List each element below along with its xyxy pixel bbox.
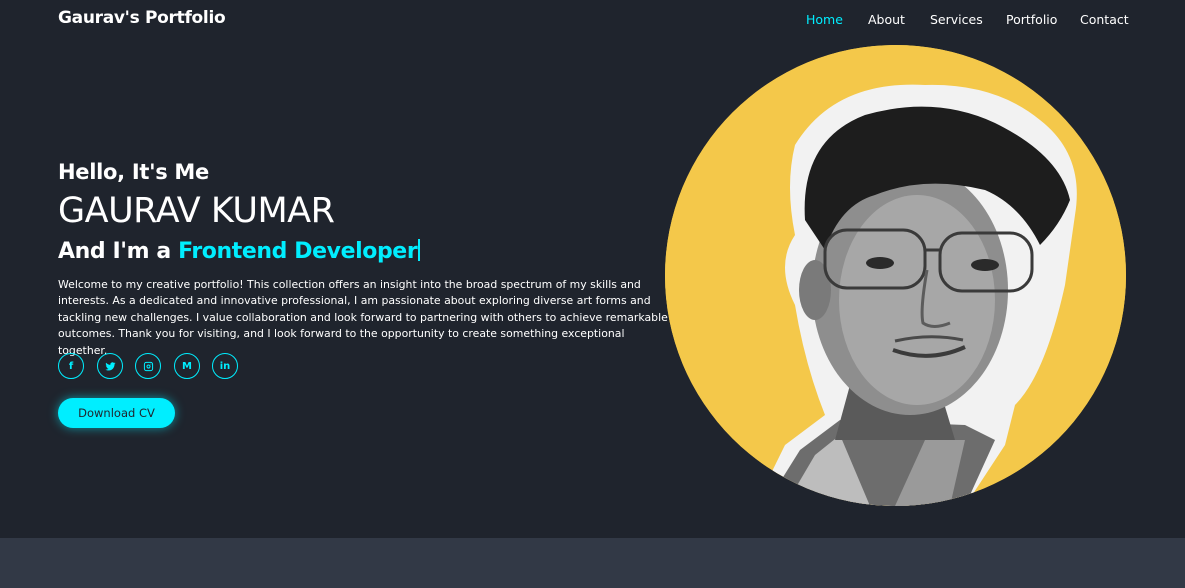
profile-portrait-image bbox=[665, 45, 1126, 506]
medium-icon: M bbox=[182, 360, 192, 372]
linkedin-icon: in bbox=[219, 360, 231, 372]
role-prefix: And I'm a bbox=[58, 239, 179, 264]
twitter-icon bbox=[104, 361, 116, 371]
hero-bio: Welcome to my creative portfolio! This c… bbox=[58, 277, 668, 357]
nav-portfolio[interactable]: Portfolio bbox=[1006, 12, 1057, 27]
linkedin-link[interactable]: in bbox=[212, 353, 238, 379]
nav-home[interactable]: Home bbox=[806, 12, 843, 27]
download-cv-button[interactable]: Download CV bbox=[58, 398, 175, 428]
facebook-link[interactable]: f bbox=[58, 353, 84, 379]
typing-cursor bbox=[418, 239, 421, 261]
nav-about[interactable]: About bbox=[868, 12, 905, 27]
main-nav: Home About Services Portfolio Contact bbox=[0, 12, 1185, 30]
nav-services[interactable]: Services bbox=[930, 12, 983, 27]
hero-greeting: Hello, It's Me bbox=[58, 160, 209, 184]
role-text: Frontend Developer bbox=[178, 239, 418, 264]
hero-name: GAURAV KUMAR bbox=[58, 191, 335, 231]
nav-contact[interactable]: Contact bbox=[1080, 12, 1129, 27]
medium-link[interactable]: M bbox=[174, 353, 200, 379]
facebook-icon: f bbox=[68, 360, 74, 372]
profile-photo bbox=[665, 45, 1126, 506]
next-section-band bbox=[0, 538, 1185, 588]
hero-role-line: And I'm a Frontend Developer bbox=[58, 239, 421, 264]
twitter-link[interactable] bbox=[97, 353, 123, 379]
instagram-link[interactable] bbox=[135, 353, 161, 379]
site-header: Gaurav's Portfolio Home About Services P… bbox=[0, 0, 1185, 38]
instagram-icon bbox=[143, 361, 153, 371]
